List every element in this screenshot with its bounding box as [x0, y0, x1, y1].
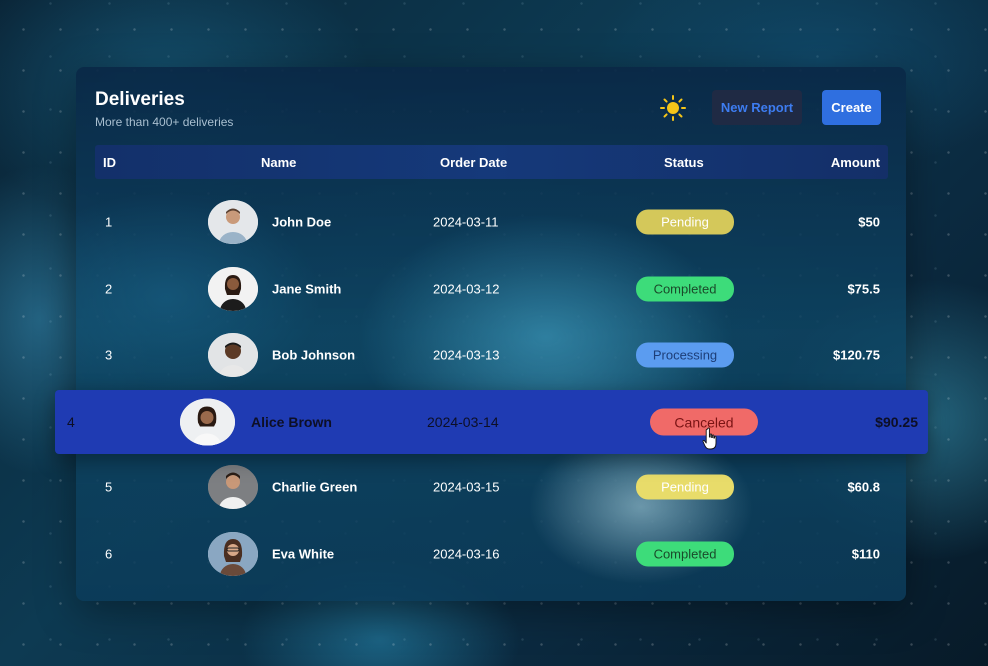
- row-id: 5: [105, 479, 113, 495]
- row-amount: $60.8: [847, 479, 880, 495]
- table-row[interactable]: 3 Bob Johnson 2024-03-13 Processing $120…: [76, 323, 906, 387]
- create-button[interactable]: Create: [822, 90, 881, 125]
- row-order-date: 2024-03-16: [433, 546, 500, 562]
- table-row[interactable]: 6 Eva White 2024-03-16 Completed $110: [76, 522, 906, 586]
- avatar: [208, 465, 258, 509]
- row-name: Alice Brown: [251, 414, 332, 430]
- row-amount: $120.75: [833, 347, 880, 363]
- row-name: Jane Smith: [272, 281, 342, 297]
- avatar: [208, 532, 258, 576]
- table-row-highlighted[interactable]: 4 Alice Brown 2024-03-14 Canceled $90.25: [55, 390, 928, 454]
- row-id: 2: [105, 281, 113, 297]
- row-amount: $75.5: [847, 281, 880, 297]
- status-badge: Processing: [636, 342, 734, 368]
- table-row[interactable]: 2 Jane Smith 2024-03-12 Completed $75.5: [76, 257, 906, 321]
- row-id: 4: [67, 414, 75, 430]
- avatar: [208, 333, 258, 377]
- row-order-date: 2024-03-14: [427, 414, 499, 430]
- column-header-status[interactable]: Status: [664, 155, 704, 170]
- row-amount: $90.25: [875, 414, 918, 430]
- row-order-date: 2024-03-12: [433, 281, 500, 297]
- row-id: 3: [105, 347, 113, 363]
- row-name: John Doe: [272, 214, 332, 230]
- sun-icon[interactable]: [659, 94, 687, 122]
- row-amount: $50: [858, 214, 880, 230]
- status-badge: Pending: [636, 209, 734, 235]
- avatar: [208, 267, 258, 311]
- column-header-order-date[interactable]: Order Date: [440, 155, 507, 170]
- status-badge: Completed: [636, 276, 734, 302]
- table-header: ID Name Order Date Status Amount: [95, 145, 888, 179]
- avatar: [208, 200, 258, 244]
- row-order-date: 2024-03-15: [433, 479, 500, 495]
- page-title: Deliveries: [95, 89, 185, 110]
- table-row[interactable]: 5 Charlie Green 2024-03-15 Pending $60.8: [76, 455, 906, 519]
- column-header-name[interactable]: Name: [261, 155, 296, 170]
- row-name: Bob Johnson: [272, 347, 356, 363]
- row-id: 1: [105, 214, 113, 230]
- page-subtitle: More than 400+ deliveries: [95, 115, 234, 129]
- deliveries-panel: Deliveries More than 400+ deliveries New…: [76, 67, 906, 601]
- hand-pointer-icon: [702, 427, 717, 450]
- column-header-id[interactable]: ID: [103, 155, 116, 170]
- status-badge: Pending: [636, 474, 734, 500]
- row-name: Charlie Green: [272, 479, 358, 495]
- row-amount: $110: [851, 546, 880, 562]
- row-order-date: 2024-03-13: [433, 347, 500, 363]
- avatar: [180, 398, 235, 446]
- status-badge: Completed: [636, 541, 734, 567]
- row-order-date: 2024-03-11: [433, 214, 499, 230]
- table-row[interactable]: 1 John Doe 2024-03-11 Pending $50: [76, 190, 906, 254]
- row-id: 6: [105, 546, 113, 562]
- row-name: Eva White: [272, 546, 335, 562]
- column-header-amount[interactable]: Amount: [831, 155, 880, 170]
- new-report-button[interactable]: New Report: [712, 90, 802, 125]
